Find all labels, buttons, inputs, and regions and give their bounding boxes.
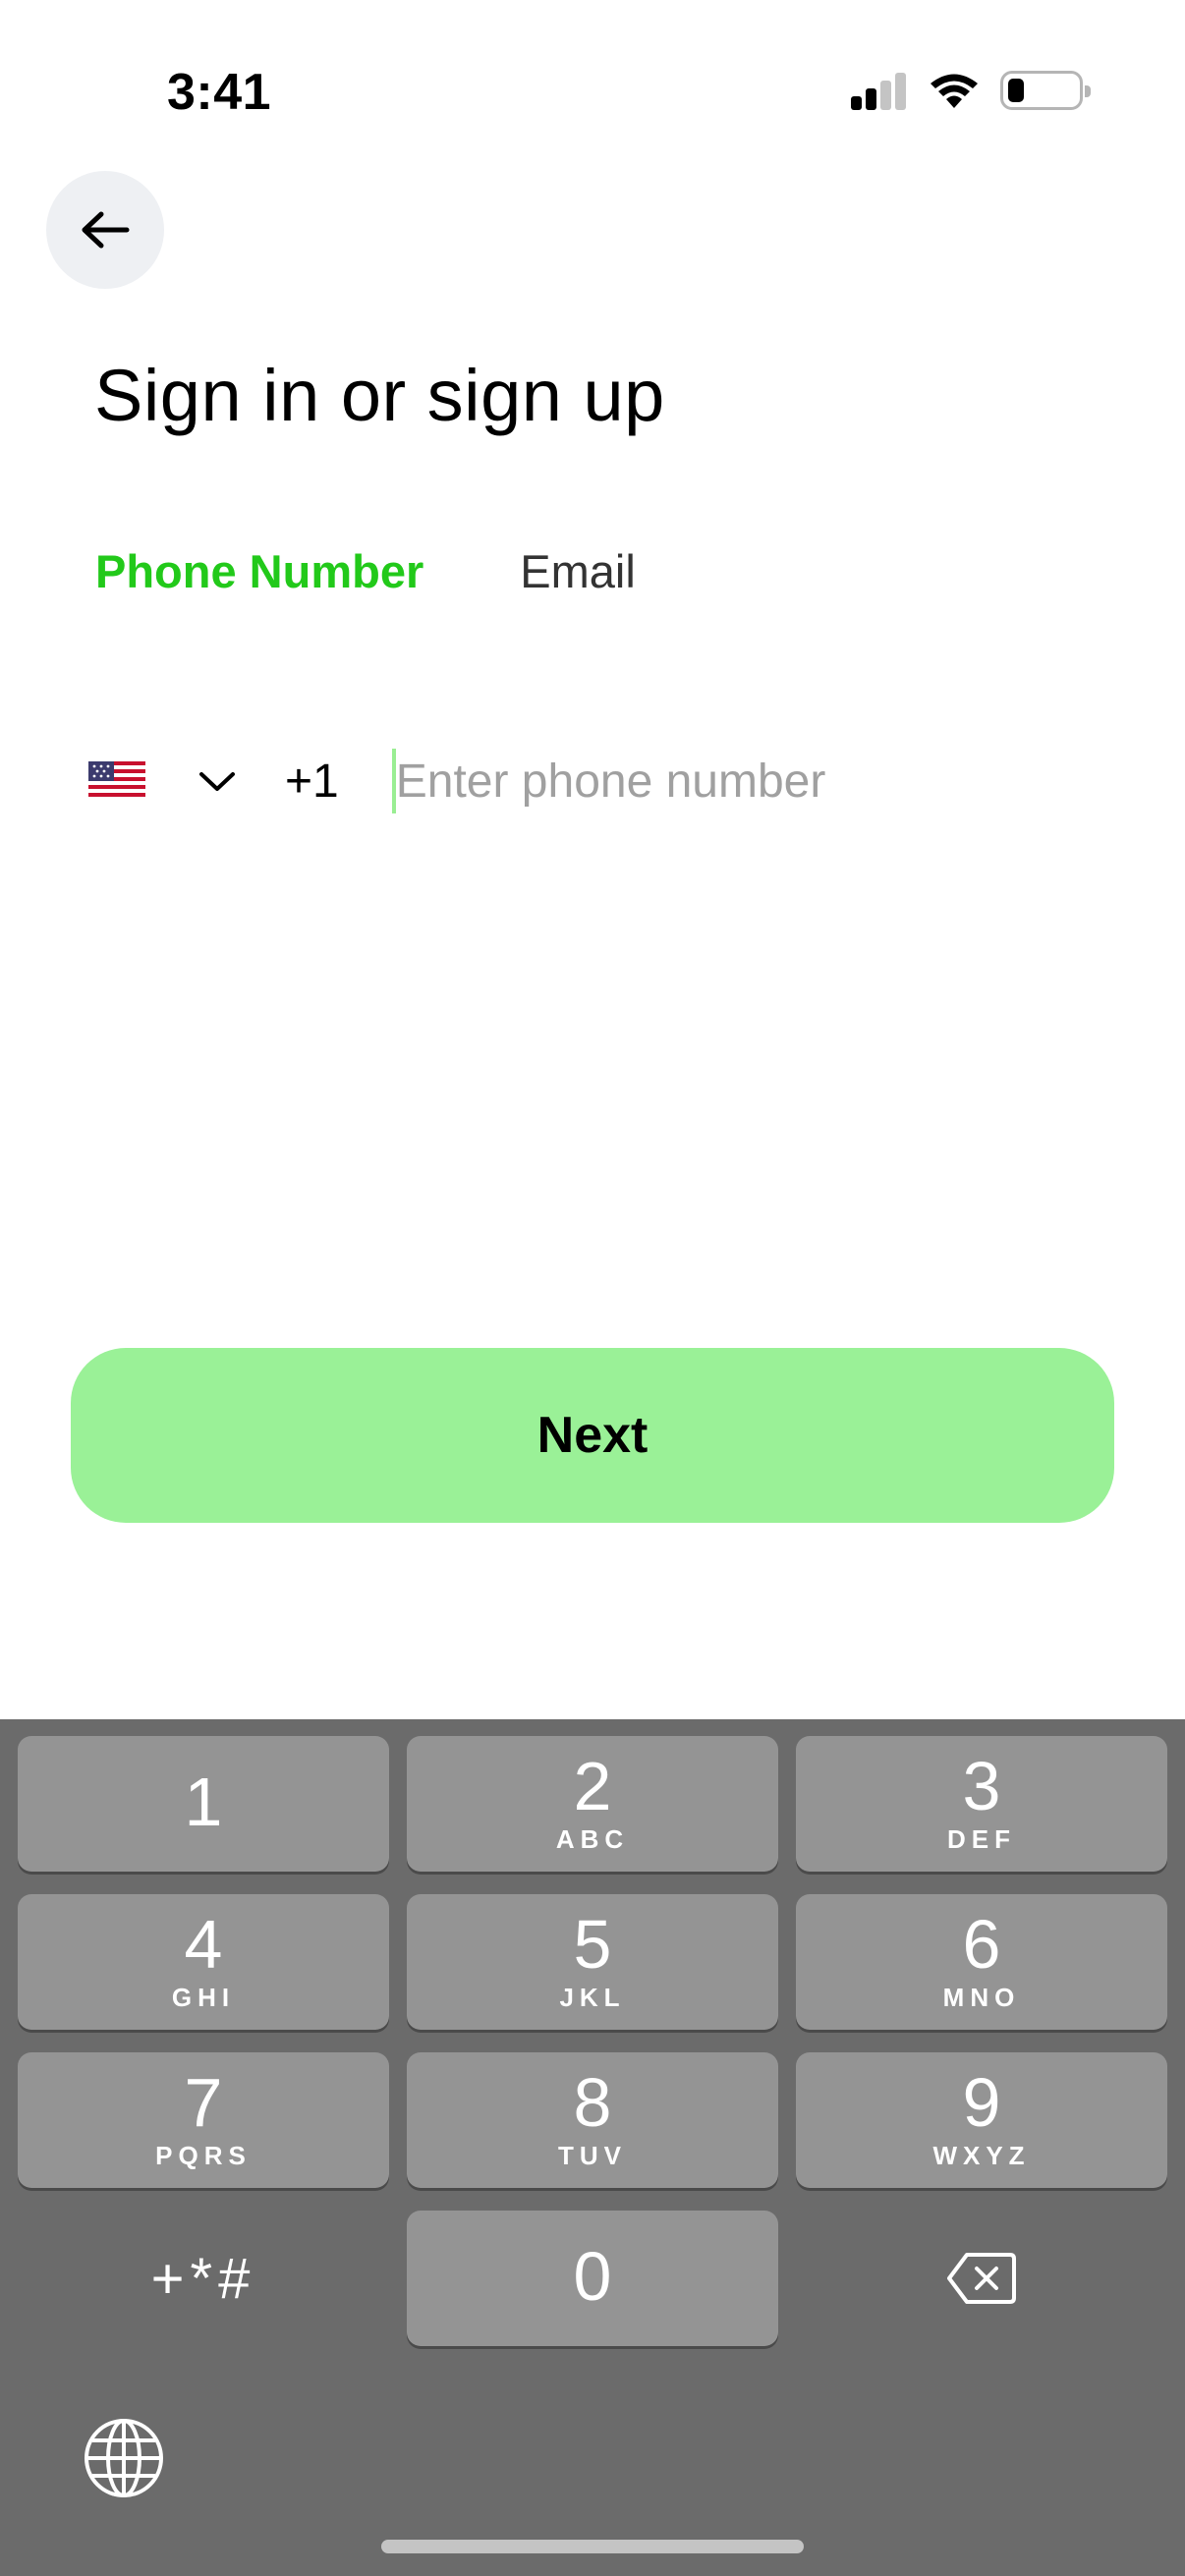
- symbols-key[interactable]: +*#: [18, 2211, 389, 2346]
- tab-phone-number[interactable]: Phone Number: [95, 544, 423, 598]
- wifi-icon: [931, 74, 978, 108]
- key-digit: 2: [573, 1748, 612, 1824]
- key-letters: WXYZ: [932, 2141, 1031, 2170]
- key-digit: 7: [184, 2064, 223, 2141]
- backspace-icon: [947, 2253, 1016, 2304]
- key-letters: ABC: [555, 1824, 630, 1854]
- key-0[interactable]: 0: [407, 2211, 778, 2346]
- tab-email[interactable]: Email: [520, 544, 636, 598]
- country-code: +1: [285, 755, 339, 808]
- key-7[interactable]: 7 PQRS: [18, 2052, 389, 2188]
- us-flag-icon[interactable]: [88, 761, 145, 801]
- key-digit: 4: [184, 1906, 223, 1983]
- phone-number-input[interactable]: [395, 754, 1103, 809]
- arrow-left-icon: [82, 211, 130, 249]
- next-button[interactable]: Next: [71, 1348, 1114, 1523]
- key-digit: 1: [184, 1764, 223, 1840]
- globe-icon[interactable]: [83, 2417, 165, 2499]
- battery-icon: [1000, 71, 1091, 110]
- key-5[interactable]: 5 JKL: [407, 1894, 778, 2030]
- page-title: Sign in or sign up: [94, 355, 665, 436]
- key-4[interactable]: 4 GHI: [18, 1894, 389, 2030]
- key-letters: PQRS: [155, 2141, 252, 2170]
- key-digit: 6: [962, 1906, 1001, 1983]
- key-digit: 8: [573, 2064, 612, 2141]
- key-digit: 5: [573, 1906, 612, 1983]
- key-letters: GHI: [171, 1983, 236, 2012]
- key-1[interactable]: 1: [18, 1736, 389, 1872]
- key-digit: 9: [962, 2064, 1001, 2141]
- key-6[interactable]: 6 MNO: [796, 1894, 1167, 2030]
- key-letters: DEF: [947, 1824, 1016, 1854]
- key-3[interactable]: 3 DEF: [796, 1736, 1167, 1872]
- key-letters: JKL: [559, 1983, 626, 2012]
- status-bar: 3:41: [0, 0, 1185, 147]
- key-letters: TUV: [558, 2141, 627, 2170]
- status-time: 3:41: [167, 64, 272, 121]
- back-button[interactable]: [46, 171, 164, 289]
- key-digit: 3: [962, 1748, 1001, 1824]
- auth-method-tabs: Phone Number Email: [95, 544, 636, 598]
- key-digit: 0: [573, 2238, 612, 2315]
- key-8[interactable]: 8 TUV: [407, 2052, 778, 2188]
- status-icons: [851, 71, 1091, 110]
- chevron-down-icon[interactable]: [197, 766, 238, 796]
- key-2[interactable]: 2 ABC: [407, 1736, 778, 1872]
- cellular-signal-icon: [851, 71, 908, 110]
- phone-input-row: +1: [88, 747, 1110, 815]
- key-9[interactable]: 9 WXYZ: [796, 2052, 1167, 2188]
- key-letters: MNO: [942, 1983, 1021, 2012]
- delete-key[interactable]: [796, 2211, 1167, 2346]
- home-indicator: [381, 2540, 804, 2553]
